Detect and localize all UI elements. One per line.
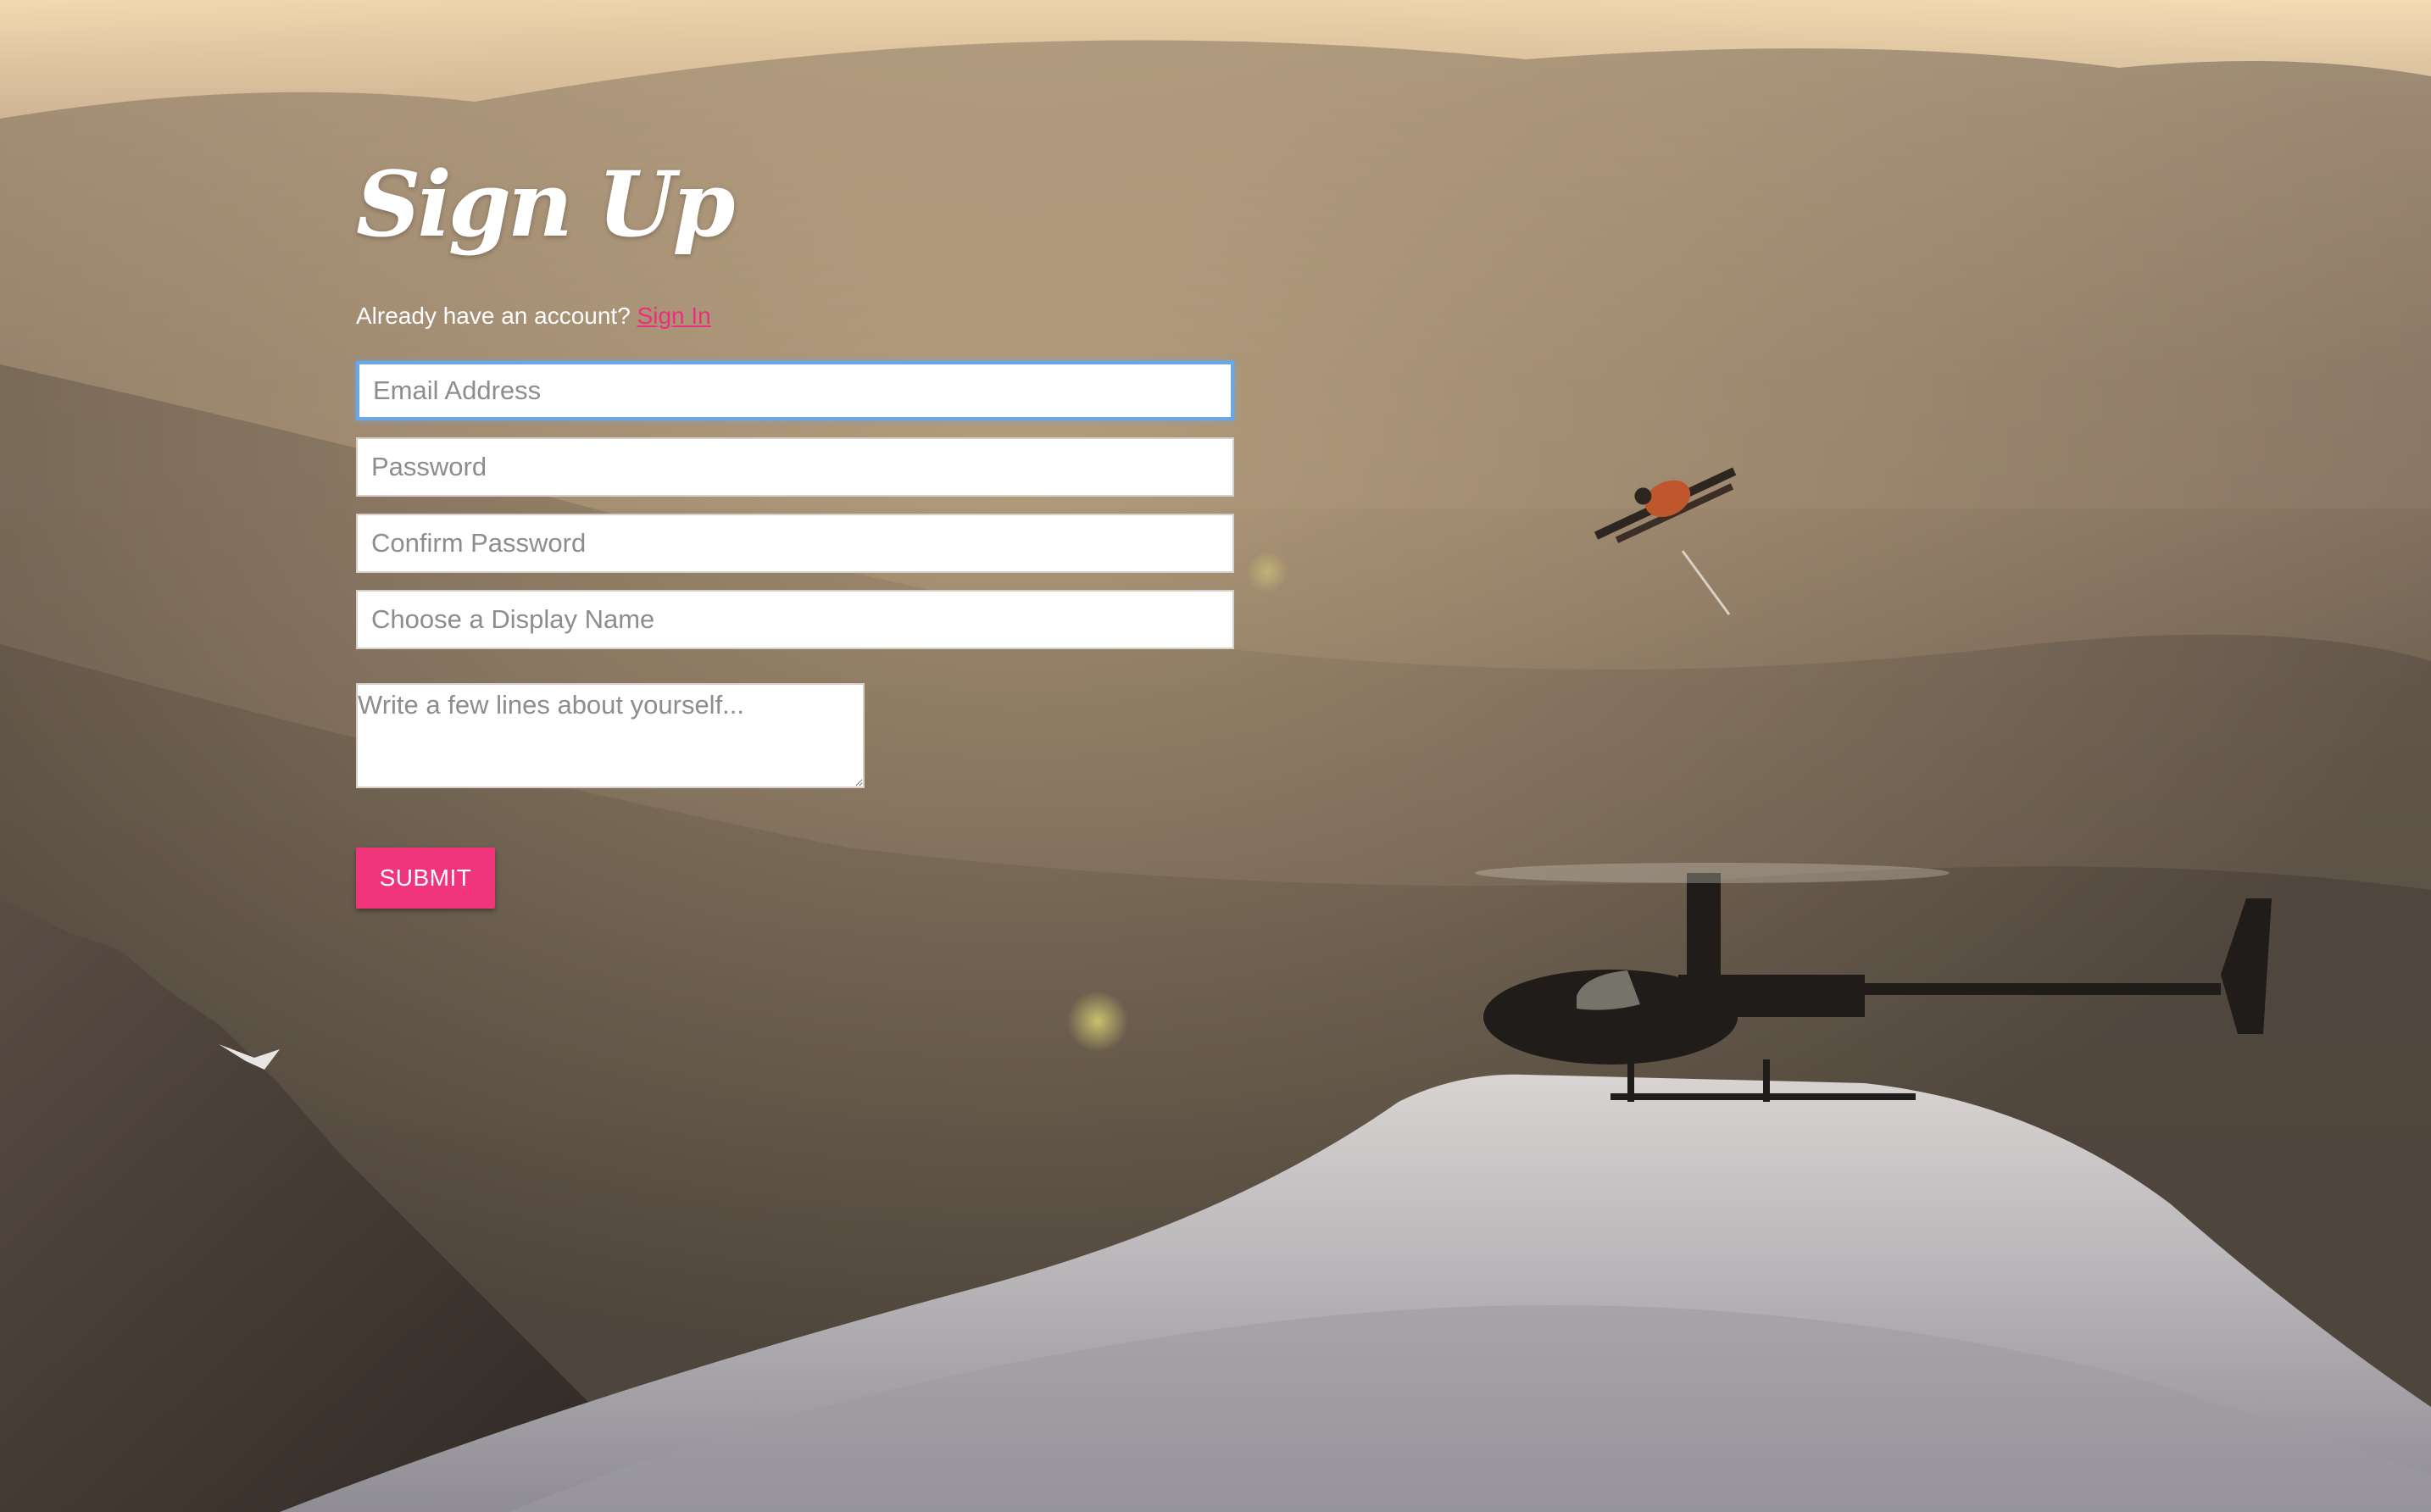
password-field[interactable]	[356, 436, 1234, 497]
confirm-password-field[interactable]	[356, 513, 1234, 573]
bio-textarea[interactable]	[356, 682, 865, 788]
account-prompt-text: Already have an account?	[356, 302, 631, 329]
signup-form: Sign Up Already have an account? Sign In…	[356, 153, 1238, 909]
signin-prompt: Already have an account? Sign In	[356, 302, 1238, 331]
display-name-field[interactable]	[356, 589, 1234, 649]
submit-button[interactable]: SUBMIT	[356, 847, 495, 909]
email-field[interactable]	[356, 360, 1234, 420]
page-title: Sign Up	[356, 151, 735, 257]
signin-link[interactable]: Sign In	[637, 303, 711, 329]
